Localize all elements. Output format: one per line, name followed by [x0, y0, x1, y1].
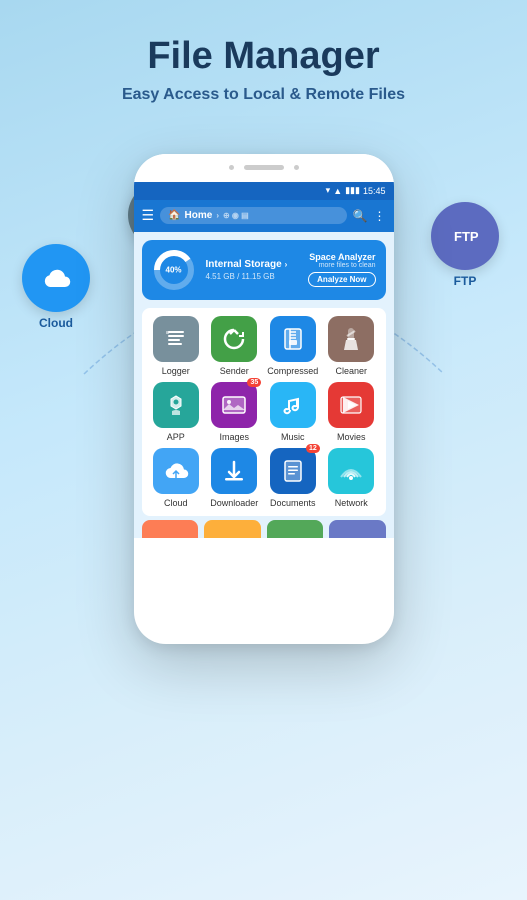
sender-label: Sender — [220, 366, 249, 376]
phone-speaker — [244, 165, 284, 170]
downloader-label: Downloader — [210, 498, 258, 508]
storage-percent: 40% — [165, 265, 181, 274]
main-title: File Manager — [0, 36, 527, 78]
cloud-icon — [153, 448, 199, 494]
logger-label: Logger — [162, 366, 190, 376]
phone-top-bar — [134, 154, 394, 182]
cleaner-label: Cleaner — [335, 366, 367, 376]
bottom-item-4 — [329, 520, 386, 538]
app-network[interactable]: Network — [325, 448, 378, 508]
app-label: APP — [167, 432, 185, 442]
search-icon[interactable]: 🔍 — [353, 209, 368, 223]
phone-area: Cloud Android TV LAN FTP FTP — [0, 114, 527, 834]
space-analyzer: Space Analyzer more files to clean Analy… — [308, 252, 375, 287]
app-downloader[interactable]: Downloader — [208, 448, 261, 508]
images-label: Images — [219, 432, 249, 442]
float-ftp-icon: FTP FTP — [431, 202, 499, 288]
breadcrumb-label: Home — [185, 210, 213, 221]
storage-card: 40% Internal Storage › 4.51 GB / 11.15 G… — [142, 240, 386, 300]
logger-icon — [153, 316, 199, 362]
breadcrumb[interactable]: 🏠 Home › ⊕ ◉ ▤ — [160, 207, 346, 224]
storage-donut-chart: 40% — [152, 248, 196, 292]
bottom-item-3 — [267, 520, 324, 538]
app-row-2: APP 35 Images — [150, 382, 378, 442]
music-icon — [270, 382, 316, 428]
app-row-1: Logger Sender — [150, 316, 378, 376]
analyze-now-button[interactable]: Analyze Now — [308, 272, 375, 287]
sub-title: Easy Access to Local & Remote Files — [0, 86, 527, 104]
network-label: Network — [335, 498, 368, 508]
movies-icon — [328, 382, 374, 428]
header-section: File Manager Easy Access to Local & Remo… — [0, 0, 527, 104]
cloud-label: Cloud — [39, 316, 73, 330]
nav-extra-icons: ⊕ ◉ ▤ — [223, 211, 249, 220]
signal-icon: ▲ — [333, 186, 342, 196]
breadcrumb-arrow: › — [216, 211, 219, 220]
compressed-label: Compressed — [267, 366, 318, 376]
bottom-item-2 — [204, 520, 261, 538]
app-cloud[interactable]: Cloud — [150, 448, 203, 508]
more-icon[interactable]: ⋮ — [374, 209, 386, 223]
phone-content: 40% Internal Storage › 4.51 GB / 11.15 G… — [134, 232, 394, 538]
analyzer-title: Space Analyzer — [308, 252, 375, 262]
cleaner-icon — [328, 316, 374, 362]
documents-badge: 12 — [306, 444, 320, 453]
phone-dot-left — [229, 165, 234, 170]
phone-frame: ▾ ▲ ▮▮▮ 15:45 ☰ 🏠 Home › ⊕ ◉ ▤ 🔍 ⋮ — [134, 154, 394, 644]
music-label: Music — [281, 432, 305, 442]
phone-dot-right — [294, 165, 299, 170]
app-logger[interactable]: Logger — [150, 316, 203, 376]
bottom-partial-row — [134, 520, 394, 538]
ftp-label: FTP — [454, 274, 477, 288]
svg-text:FTP: FTP — [454, 229, 479, 244]
documents-label: Documents — [270, 498, 316, 508]
network-icon — [328, 448, 374, 494]
cloud2-label: Cloud — [164, 498, 188, 508]
app-grid: Logger Sender — [142, 308, 386, 516]
movies-label: Movies — [337, 432, 366, 442]
images-icon: 35 — [211, 382, 257, 428]
battery-icon: ▮▮▮ — [345, 185, 360, 196]
nav-right-icons: 🔍 ⋮ — [353, 209, 386, 223]
storage-info: Internal Storage › 4.51 GB / 11.15 GB — [206, 259, 299, 281]
sender-icon — [211, 316, 257, 362]
bottom-item-1 — [142, 520, 199, 538]
app-sender[interactable]: Sender — [208, 316, 261, 376]
app-compressed[interactable]: Compressed — [267, 316, 320, 376]
documents-icon: 12 — [270, 448, 316, 494]
hamburger-icon[interactable]: ☰ — [142, 207, 155, 224]
storage-title: Internal Storage › — [206, 259, 299, 270]
wifi-icon: ▾ — [326, 185, 331, 196]
status-bar: ▾ ▲ ▮▮▮ 15:45 — [134, 182, 394, 200]
app-music[interactable]: Music — [267, 382, 320, 442]
home-icon: 🏠 — [168, 210, 180, 221]
app-cleaner[interactable]: Cleaner — [325, 316, 378, 376]
downloader-icon — [211, 448, 257, 494]
nav-bar: ☰ 🏠 Home › ⊕ ◉ ▤ 🔍 ⋮ — [134, 200, 394, 232]
status-time: 15:45 — [363, 186, 386, 196]
app-documents[interactable]: 12 Documents — [267, 448, 320, 508]
images-badge: 35 — [247, 378, 261, 387]
compressed-icon — [270, 316, 316, 362]
float-cloud-icon: Cloud — [22, 244, 90, 330]
app-app[interactable]: APP — [150, 382, 203, 442]
app-icon — [153, 382, 199, 428]
app-movies[interactable]: Movies — [325, 382, 378, 442]
app-images[interactable]: 35 Images — [208, 382, 261, 442]
app-row-3: Cloud Downloader — [150, 448, 378, 508]
storage-size: 4.51 GB / 11.15 GB — [206, 272, 299, 281]
analyzer-subtitle: more files to clean — [308, 262, 375, 269]
